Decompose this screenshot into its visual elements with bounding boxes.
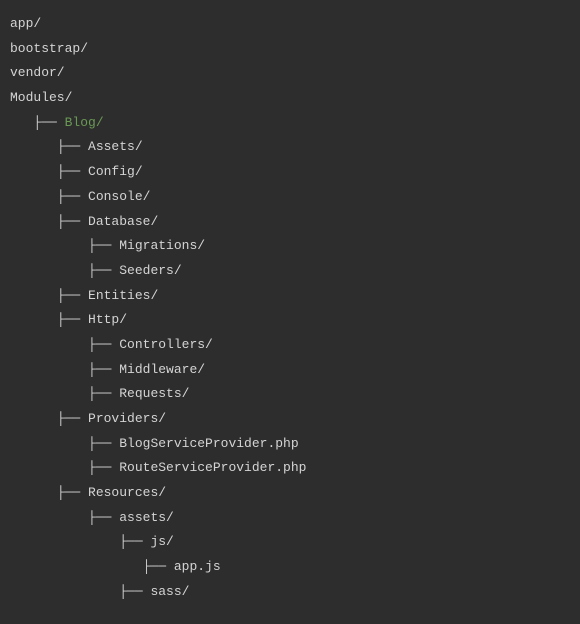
file-app-js: ├── app.js	[10, 555, 570, 580]
root-modules: Modules/	[10, 86, 570, 111]
file-blog-service-provider: ├── BlogServiceProvider.php	[10, 432, 570, 457]
folder-js: ├── js/	[10, 530, 570, 555]
folder-migrations: ├── Migrations/	[10, 234, 570, 259]
folder-middleware: ├── Middleware/	[10, 358, 570, 383]
folder-assets: ├── Assets/	[10, 135, 570, 160]
folder-requests: ├── Requests/	[10, 382, 570, 407]
folder-sass: ├── sass/	[10, 580, 570, 605]
module-blog: ├── Blog/	[10, 111, 570, 136]
folder-providers: ├── Providers/	[10, 407, 570, 432]
root-vendor: vendor/	[10, 61, 570, 86]
root-bootstrap: bootstrap/	[10, 37, 570, 62]
folder-seeders: ├── Seeders/	[10, 259, 570, 284]
folder-entities: ├── Entities/	[10, 284, 570, 309]
file-route-service-provider: ├── RouteServiceProvider.php	[10, 456, 570, 481]
root-app: app/	[10, 12, 570, 37]
folder-resources-assets: ├── assets/	[10, 506, 570, 531]
folder-database: ├── Database/	[10, 210, 570, 235]
folder-resources: ├── Resources/	[10, 481, 570, 506]
folder-http: ├── Http/	[10, 308, 570, 333]
folder-console: ├── Console/	[10, 185, 570, 210]
folder-controllers: ├── Controllers/	[10, 333, 570, 358]
folder-config: ├── Config/	[10, 160, 570, 185]
directory-tree: app/ bootstrap/ vendor/ Modules/ ├── Blo…	[10, 12, 570, 605]
